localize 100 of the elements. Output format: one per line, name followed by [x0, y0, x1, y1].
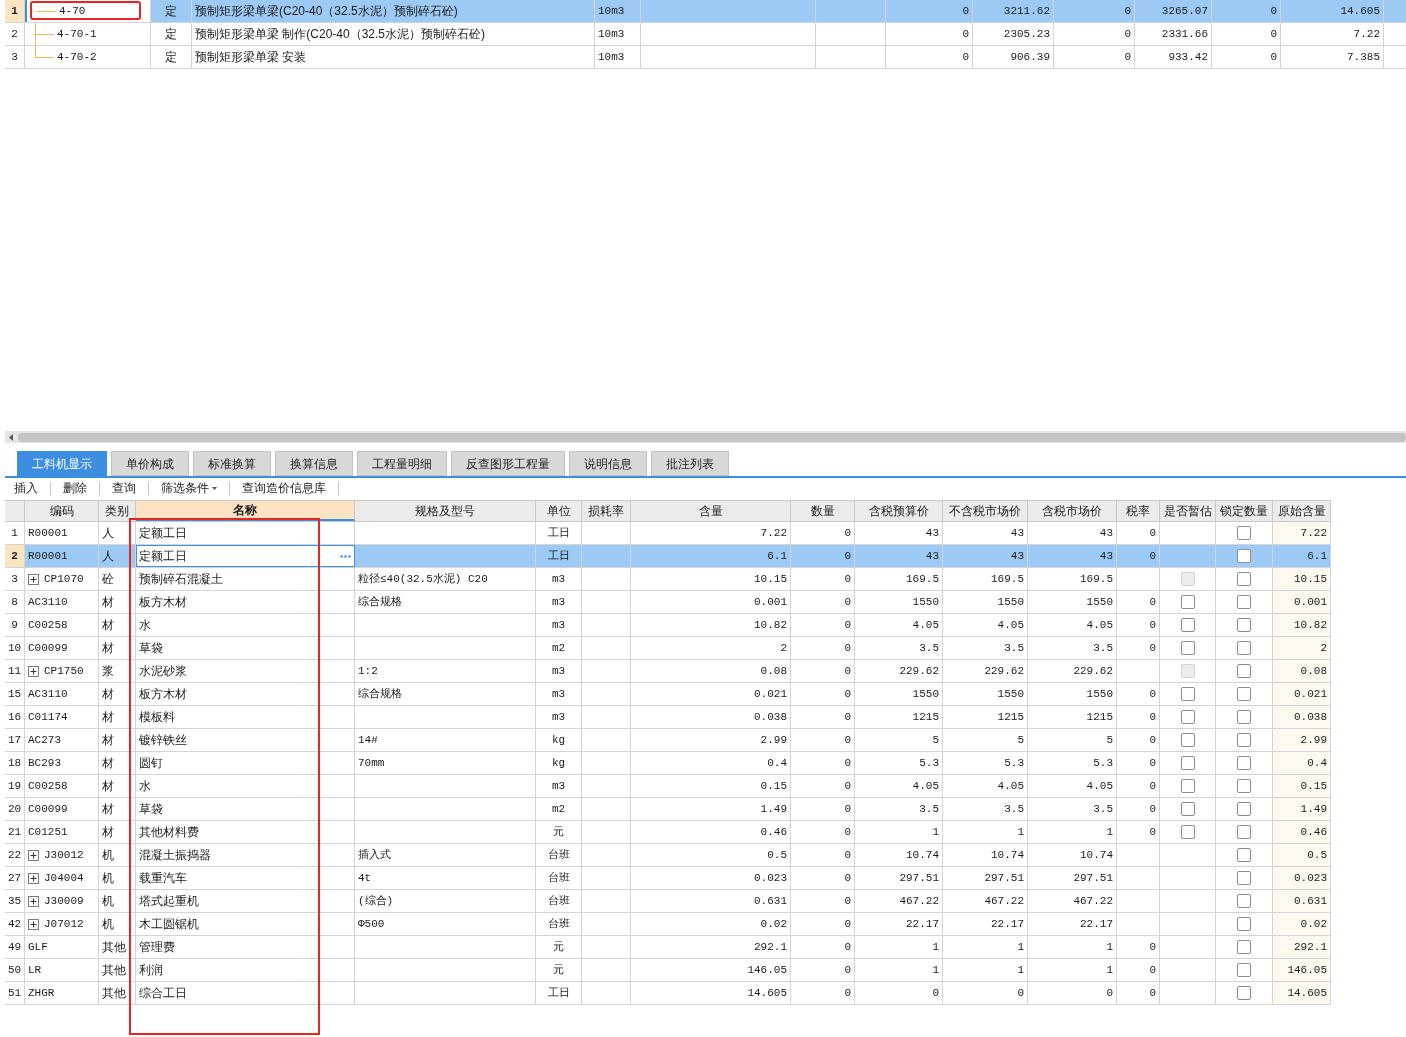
- checkbox[interactable]: [1237, 549, 1251, 563]
- checkbox[interactable]: [1237, 802, 1251, 816]
- table-row[interactable]: 42 J07012 机 木工圆锯机 Φ500 台班 0.02 0 22.17 22.17 22.17 0.02: [5, 913, 1331, 936]
- checkbox[interactable]: [1237, 641, 1251, 655]
- toolbar-button[interactable]: 查询: [112, 479, 136, 497]
- checkbox[interactable]: [1180, 687, 1195, 701]
- table-row[interactable]: 50 LR 其他 利润 元 146.05 0 1 1 1 0 146.05: [5, 959, 1331, 982]
- expand-icon[interactable]: [28, 895, 39, 907]
- column-header[interactable]: 含税预算价: [855, 501, 943, 521]
- table-cell: 1: [855, 959, 943, 981]
- table-row[interactable]: 15 AC3110 材 板方木材 综合规格 m3 0.021 0 1550 1550 1550 0 0.021: [5, 683, 1331, 706]
- checkbox[interactable]: [1237, 917, 1251, 931]
- tab[interactable]: 换算信息: [275, 451, 353, 476]
- checkbox[interactable]: [1237, 825, 1251, 839]
- checkbox[interactable]: [1237, 894, 1251, 908]
- table-row[interactable]: 3 CP1070 砼 预制碎石混凝土 粒径≤40(32.5水泥) C20 m3 10.15 0 169.5 169.5 169.5 10.15: [5, 568, 1331, 591]
- checkbox[interactable]: [1237, 756, 1251, 770]
- checkbox[interactable]: [1237, 618, 1251, 632]
- checkbox[interactable]: [1237, 664, 1251, 678]
- table-row[interactable]: 1 R00001 人 定额工日 工日 7.22 0 43 43 43 0 7.22: [5, 522, 1331, 545]
- tab[interactable]: 工程量明细: [357, 451, 447, 476]
- toolbar-button[interactable]: 删除: [63, 479, 87, 497]
- checkbox[interactable]: [1180, 802, 1195, 816]
- table-row[interactable]: 9 C00258 材 水 m3 10.82 0 4.05 4.05 4.05 0 10.82: [5, 614, 1331, 637]
- table-row[interactable]: 21 C01251 材 其他材料费 元 0.46 0 1 1 1 0 0.46: [5, 821, 1331, 844]
- column-header[interactable]: 数量: [791, 501, 855, 521]
- table-cell: 0.02: [1273, 913, 1331, 935]
- checkbox[interactable]: [1237, 963, 1251, 977]
- column-header[interactable]: 不含税市场价: [943, 501, 1028, 521]
- table-row[interactable]: 18 BC293 材 圆钉 70mm kg 0.4 0 5.3 5.3 5.3 0 0.4: [5, 752, 1331, 775]
- checkbox[interactable]: [1237, 779, 1251, 793]
- checkbox[interactable]: [1237, 848, 1251, 862]
- table-row[interactable]: 8 AC3110 材 板方木材 综合规格 m3 0.001 0 1550 1550 1550 0 0.001: [5, 591, 1331, 614]
- table-row[interactable]: 1 4-70 定 预制矩形梁单梁(C20-40（32.5水泥）预制碎石砼) 10m3 0 3211.62 0 3265.07 0 14.605: [5, 0, 1406, 23]
- column-header[interactable]: 单位: [536, 501, 582, 521]
- table-row[interactable]: 2 R00001 人 定额工日 工日 6.1 0 43 43 43 0 6.1: [5, 545, 1331, 568]
- tab[interactable]: 反查图形工程量: [451, 451, 565, 476]
- horizontal-scrollbar[interactable]: [5, 431, 1406, 443]
- table-cell: 1: [1028, 959, 1117, 981]
- table-row[interactable]: 17 AC273 材 镀锌铁丝 14# kg 2.99 0 5 5 5 0 2.99: [5, 729, 1331, 752]
- table-cell[interactable]: 4-70-1: [25, 23, 151, 45]
- checkbox[interactable]: [1180, 710, 1195, 724]
- table-row[interactable]: 16 C01174 材 模板料 m3 0.038 0 1215 1215 1215 0 0.038: [5, 706, 1331, 729]
- column-header[interactable]: 规格及型号: [355, 501, 536, 521]
- column-header[interactable]: 含税市场价: [1028, 501, 1117, 521]
- table-row[interactable]: 20 C00099 材 草袋 m2 1.49 0 3.5 3.5 3.5 0 1.49: [5, 798, 1331, 821]
- table-cell: 933.42: [1135, 46, 1212, 68]
- table-row[interactable]: 19 C00258 材 水 m3 0.15 0 4.05 4.05 4.05 0 0.15: [5, 775, 1331, 798]
- table-cell[interactable]: 4-70-2: [25, 46, 151, 68]
- column-header[interactable]: 税率: [1117, 501, 1160, 521]
- table-row[interactable]: 11 CP1750 浆 水泥砂浆 1:2 m3 0.08 0 229.62 229.62 229.62 0.08: [5, 660, 1331, 683]
- checkbox[interactable]: [1180, 756, 1195, 770]
- checkbox[interactable]: [1237, 710, 1251, 724]
- checkbox[interactable]: [1237, 687, 1251, 701]
- toolbar-button[interactable]: 筛选条件: [161, 479, 217, 497]
- checkbox[interactable]: [1180, 618, 1195, 632]
- table-cell: m3: [536, 568, 582, 590]
- checkbox[interactable]: [1237, 986, 1251, 1000]
- checkbox[interactable]: [1237, 572, 1251, 586]
- expand-icon[interactable]: [28, 573, 39, 585]
- checkbox[interactable]: [1180, 733, 1195, 747]
- table-row[interactable]: 10 C00099 材 草袋 m2 2 0 3.5 3.5 3.5 0 2: [5, 637, 1331, 660]
- expand-icon[interactable]: [28, 918, 39, 930]
- tab[interactable]: 单价构成: [111, 451, 189, 476]
- column-header[interactable]: 是否暂估: [1160, 501, 1216, 521]
- name-edit-field[interactable]: 定额工日: [136, 545, 355, 567]
- column-header[interactable]: 编码: [25, 501, 99, 521]
- column-header[interactable]: 原始含量: [1273, 501, 1331, 521]
- table-row[interactable]: 2 4-70-1 定 预制矩形梁单梁 制作(C20-40（32.5水泥）预制碎石砼) 10m3 0 2305.23 0 2331.66 0 7.22: [5, 23, 1406, 46]
- table-row[interactable]: 3 4-70-2 定 预制矩形梁单梁 安装 10m3 0 906.39 0 933.42 0 7.385: [5, 46, 1406, 69]
- expand-icon[interactable]: [28, 665, 39, 677]
- toolbar-button[interactable]: 插入: [14, 479, 38, 497]
- item-code: AC273: [28, 732, 61, 748]
- table-row[interactable]: 22 J30012 机 混凝土振捣器 插入式 台班 0.5 0 10.74 10.74 10.74 0.5: [5, 844, 1331, 867]
- checkbox[interactable]: [1237, 595, 1251, 609]
- toolbar-button[interactable]: 查询造价信息库: [242, 479, 326, 497]
- expand-icon[interactable]: [28, 849, 39, 861]
- column-header[interactable]: 损耗率: [582, 501, 631, 521]
- checkbox[interactable]: [1237, 733, 1251, 747]
- checkbox[interactable]: [1180, 825, 1195, 839]
- checkbox[interactable]: [1180, 595, 1195, 609]
- tab[interactable]: 说明信息: [569, 451, 647, 476]
- tab[interactable]: 批注列表: [651, 451, 729, 476]
- table-row[interactable]: 51 ZHGR 其他 综合工日 工日 14.605 0 0 0 0 0 14.605: [5, 982, 1331, 1005]
- column-header[interactable]: 锁定数量: [1216, 501, 1273, 521]
- column-header[interactable]: 含量: [631, 501, 791, 521]
- table-row[interactable]: 49 GLF 其他 管理费 元 292.1 0 1 1 1 0 292.1: [5, 936, 1331, 959]
- scrollbar-thumb[interactable]: [18, 432, 1406, 442]
- scroll-left-icon[interactable]: [9, 433, 13, 441]
- checkbox[interactable]: [1237, 940, 1251, 954]
- column-header[interactable]: 名称: [136, 501, 355, 521]
- checkbox[interactable]: [1237, 871, 1251, 885]
- checkbox[interactable]: [1237, 526, 1251, 540]
- table-row[interactable]: 27 J04004 机 载重汽车 4t 台班 0.023 0 297.51 297.51 297.51 0.023: [5, 867, 1331, 890]
- table-row[interactable]: 35 J30009 机 塔式起重机 (综合) 台班 0.631 0 467.22 467.22 467.22 0.631: [5, 890, 1331, 913]
- checkbox[interactable]: [1180, 779, 1195, 793]
- checkbox[interactable]: [1180, 641, 1195, 655]
- tab[interactable]: 标准换算: [193, 451, 271, 476]
- table-cell: 0.46: [1273, 821, 1331, 843]
- expand-icon[interactable]: [28, 872, 39, 884]
